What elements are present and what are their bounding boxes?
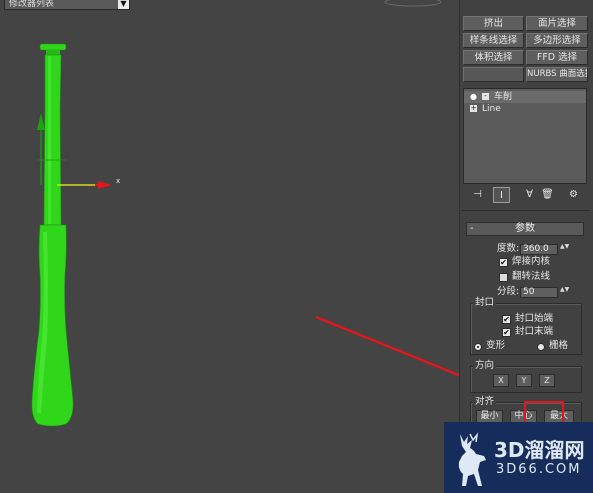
segments-label: 分段: — [497, 286, 520, 297]
divider — [461, 210, 589, 211]
stack-item-line[interactable]: + Line — [464, 103, 586, 115]
segments-spinner[interactable]: ▲▼ — [560, 287, 569, 298]
stack-toolbar: ⊣ I ∀ 🗑 ⚙ — [463, 186, 587, 204]
configure-sets-icon[interactable]: ⚙ — [565, 187, 582, 203]
stack-item-label: 车削 — [494, 92, 513, 102]
ffd-select-button[interactable]: FFD 选择 — [526, 50, 588, 65]
collapse-icon[interactable]: - — [470, 223, 474, 235]
pin-stack-icon[interactable]: ⊣ — [469, 187, 486, 203]
direction-x-button[interactable]: X — [493, 374, 509, 387]
lightbulb-icon[interactable]: ● — [470, 92, 477, 101]
spline-select-button[interactable]: 样条线选择 — [463, 33, 524, 48]
chevron-down-icon[interactable]: ▼ — [118, 0, 129, 9]
model-cap[interactable] — [39, 43, 67, 51]
show-end-result-icon[interactable]: I — [493, 187, 510, 203]
weld-core-label: 焊接内核 — [512, 256, 551, 267]
watermark: 3D溜溜网 3D66.COM — [444, 422, 593, 493]
extrude-button[interactable]: 挤出 — [463, 16, 524, 31]
degrees-spinner[interactable]: ▲▼ — [560, 244, 569, 255]
model-neck[interactable] — [46, 50, 60, 55]
cap-end-checkbox[interactable]: ✔ — [502, 328, 511, 337]
axis-y-arrow[interactable] — [37, 113, 45, 130]
volume-select-button[interactable]: 体积选择 — [463, 50, 524, 65]
cap-end-label: 封口末端 — [515, 326, 554, 337]
align-title: 对齐 — [473, 396, 497, 407]
morph-label: 变形 — [486, 340, 506, 351]
make-unique-icon[interactable]: ∀ — [521, 187, 538, 203]
weld-core-checkbox[interactable]: ✔ — [499, 258, 508, 267]
modifier-list-dropdown[interactable]: 修改器列表 ▼ — [4, 0, 130, 10]
watermark-title: 3D溜溜网 — [494, 438, 585, 462]
degrees-field[interactable]: 360.0 — [520, 244, 558, 255]
flip-normals-label: 翻转法线 — [512, 271, 551, 282]
poly-select-button[interactable]: 多边形选择 — [526, 33, 588, 48]
flip-normals-checkbox[interactable] — [499, 273, 508, 282]
expand-icon[interactable]: + — [470, 105, 477, 112]
viewport[interactable]: x — [0, 0, 459, 493]
parameters-rollout-header[interactable]: - 参数 — [466, 222, 584, 236]
axis-x-label: x — [116, 177, 120, 185]
grid-radio[interactable] — [537, 343, 545, 351]
stack-item-lathe[interactable]: ● - 车削 — [464, 91, 586, 103]
segments-field[interactable]: 50 — [520, 287, 558, 298]
direction-title: 方向 — [473, 360, 497, 371]
model-shaft-highlight — [48, 56, 51, 224]
morph-radio[interactable] — [474, 343, 482, 351]
viewport-canvas: x — [31, 0, 459, 427]
annotation-arrow-line — [315, 315, 459, 377]
capping-title: 封口 — [473, 297, 497, 308]
cap-start-checkbox[interactable]: ✔ — [502, 315, 511, 324]
direction-y-button[interactable]: Y — [516, 374, 532, 387]
modifier-stack[interactable]: ● - 车削 + Line — [463, 88, 587, 184]
direction-z-button[interactable]: Z — [539, 374, 555, 387]
degrees-label: 度数: — [497, 243, 520, 254]
empty-modifier-button[interactable] — [463, 67, 524, 82]
grid-label: 栅格 — [549, 340, 569, 351]
modifier-list-label: 修改器列表 — [9, 0, 55, 9]
cap-start-label: 封口始端 — [515, 313, 554, 324]
remove-modifier-icon[interactable]: 🗑 — [539, 187, 556, 203]
viewcube-ring[interactable] — [384, 0, 442, 7]
watermark-url: 3D66.COM — [496, 462, 582, 477]
rollout-title: 参数 — [515, 223, 535, 234]
face-select-button[interactable]: 面片选择 — [526, 16, 588, 31]
collapse-icon[interactable]: - — [482, 93, 489, 100]
model-shaft[interactable] — [43, 54, 62, 226]
deer-logo-icon — [458, 432, 486, 486]
stack-item-label: Line — [482, 104, 501, 114]
nurbs-surface-select-button[interactable]: NURBS 曲面选择 — [526, 67, 588, 82]
